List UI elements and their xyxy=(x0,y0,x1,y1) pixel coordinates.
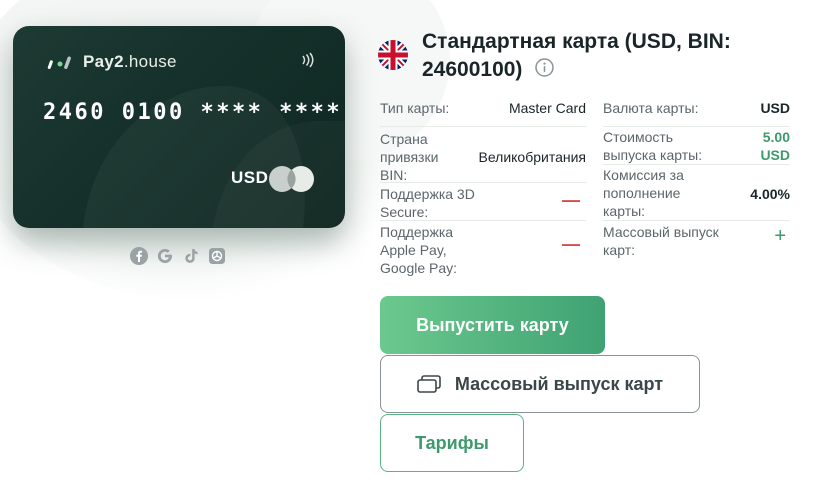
detail-row-apple-google-pay: Поддержка Apple Pay, Google Pay: — xyxy=(380,221,586,279)
detail-value: — xyxy=(562,234,580,254)
detail-value: 5.00 USD xyxy=(760,129,790,163)
card-details-left: Тип карты: Master Card Страна привязки B… xyxy=(380,93,586,279)
mastercard-icon xyxy=(269,166,314,192)
detail-row-currency: Валюта карты: USD xyxy=(603,93,790,127)
uk-flag-icon xyxy=(378,40,408,70)
detail-row-issue-cost: Стоимость выпуска карты: 5.00 USD xyxy=(603,127,790,165)
detail-value: 4.00% xyxy=(750,186,790,202)
detail-label: Стоимость выпуска карты: xyxy=(603,129,703,163)
issue-card-button[interactable]: Выпустить карту xyxy=(380,296,605,354)
cards-stack-icon xyxy=(417,375,441,393)
tariffs-button[interactable]: Тарифы xyxy=(380,414,524,472)
pay2-logo-icon xyxy=(47,56,71,69)
detail-value: Master Card xyxy=(508,100,586,116)
mass-issue-button[interactable]: Массовый выпуск карт xyxy=(380,355,700,413)
social-links xyxy=(129,246,227,266)
tiktok-icon[interactable] xyxy=(181,246,201,266)
detail-row-3d-secure: Поддержка 3D Secure: — xyxy=(380,183,586,221)
card-details-right: Валюта карты: USD Стоимость выпуска карт… xyxy=(603,93,790,261)
detail-value: + xyxy=(774,225,786,247)
detail-label: Поддержка Apple Pay, Google Pay: xyxy=(380,224,458,276)
card-currency: USD xyxy=(231,168,269,187)
card-logo: Pay2.house xyxy=(47,52,177,72)
detail-value: — xyxy=(562,190,580,210)
detail-label: Валюта карты: xyxy=(603,100,699,116)
detail-value: Великобритания xyxy=(478,149,586,165)
detail-row-mass-issue: Массовый выпуск карт: + xyxy=(603,221,790,261)
detail-row-bin-country: Страна привязки BIN: Великобритания xyxy=(380,127,586,183)
mass-issue-label: Массовый выпуск карт xyxy=(454,373,664,394)
detail-label: Тип карты: xyxy=(380,100,450,116)
facebook-icon[interactable] xyxy=(129,246,149,266)
detail-value: USD xyxy=(760,100,790,116)
openai-icon[interactable] xyxy=(207,246,227,266)
card-brand-name: Pay2.house xyxy=(83,52,177,71)
detail-label: Поддержка 3D Secure: xyxy=(380,186,475,220)
card-number: 2460 0100 **** **** xyxy=(43,100,343,125)
detail-row-topup-fee: Комиссия за пополнение карты: 4.00% xyxy=(603,165,790,221)
detail-label: Страна привязки BIN: xyxy=(380,131,439,183)
virtual-card: Pay2.house 2460 0100 **** **** USD xyxy=(13,26,345,228)
detail-row-card-type: Тип карты: Master Card xyxy=(380,93,586,127)
detail-label: Массовый выпуск карт: xyxy=(603,224,719,258)
info-icon[interactable] xyxy=(535,58,554,77)
google-icon[interactable] xyxy=(155,246,175,266)
card-title: Стандартная карта (USD, BIN: 24600100) xyxy=(422,30,731,81)
contactless-icon xyxy=(302,52,314,68)
detail-label: Комиссия за пополнение карты: xyxy=(603,167,684,219)
